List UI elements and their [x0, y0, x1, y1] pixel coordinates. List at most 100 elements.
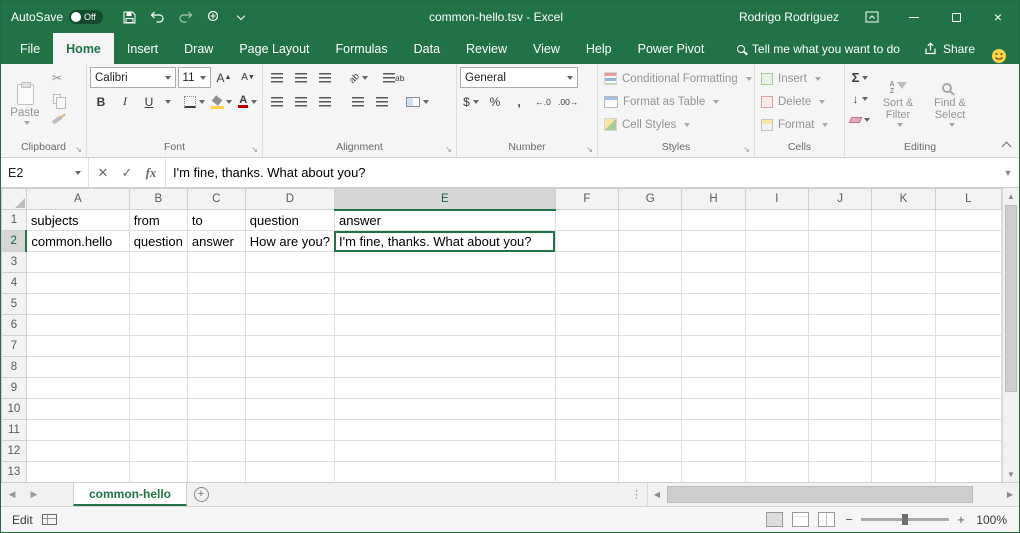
cell-d13[interactable] [245, 462, 334, 483]
cell-h9[interactable] [682, 378, 745, 399]
cell-g10[interactable] [619, 399, 682, 420]
cell-f5[interactable] [555, 294, 618, 315]
row-header-13[interactable]: 13 [2, 462, 27, 483]
vertical-scroll-track[interactable] [1003, 204, 1019, 466]
cell-j2[interactable] [809, 231, 872, 252]
underline-button[interactable]: U [138, 91, 160, 112]
decrease-decimal-button[interactable]: .00→ [556, 91, 580, 112]
cell-b8[interactable] [129, 357, 187, 378]
cell-h10[interactable] [682, 399, 745, 420]
merge-center-button[interactable] [404, 91, 431, 112]
cell-c4[interactable] [187, 273, 245, 294]
cell-a3[interactable] [26, 252, 129, 273]
feedback-button[interactable] [991, 48, 1007, 64]
clipboard-dialog-launcher[interactable]: ↘ [75, 146, 82, 154]
cell-i11[interactable] [745, 420, 808, 441]
cell-b13[interactable] [129, 462, 187, 483]
row-header-6[interactable]: 6 [2, 315, 27, 336]
cell-d3[interactable] [245, 252, 334, 273]
cell-j8[interactable] [809, 357, 872, 378]
cell-i12[interactable] [745, 441, 808, 462]
number-dialog-launcher[interactable]: ↘ [586, 146, 593, 154]
bold-button[interactable]: B [90, 91, 112, 112]
zoom-in-button[interactable]: + [956, 512, 966, 527]
cell-f10[interactable] [555, 399, 618, 420]
cell-e1[interactable]: answer [334, 210, 555, 231]
cell-d6[interactable] [245, 315, 334, 336]
conditional-formatting-button[interactable]: Conditional Formatting [601, 67, 751, 90]
cell-j5[interactable] [809, 294, 872, 315]
ribbon-tab-home[interactable]: Home [53, 33, 114, 64]
cell-c8[interactable] [187, 357, 245, 378]
cell-c9[interactable] [187, 378, 245, 399]
cell-i3[interactable] [745, 252, 808, 273]
cell-i5[interactable] [745, 294, 808, 315]
row-header-4[interactable]: 4 [2, 273, 27, 294]
cell-k7[interactable] [872, 336, 935, 357]
column-header-j[interactable]: J [809, 189, 872, 210]
delete-button[interactable]: Delete [758, 90, 841, 113]
ribbon-tab-power-pivot[interactable]: Power Pivot [625, 33, 718, 64]
expand-formula-bar-button[interactable]: ▼ [997, 158, 1019, 187]
scroll-up-arrow[interactable]: ▲ [1003, 188, 1019, 204]
cell-e8[interactable] [334, 357, 555, 378]
cell-e3[interactable] [334, 252, 555, 273]
row-header-1[interactable]: 1 [2, 210, 27, 231]
cell-d8[interactable] [245, 357, 334, 378]
zoom-percentage[interactable]: 100% [975, 513, 1007, 527]
number-format-select[interactable]: General [460, 67, 578, 88]
bottom-align-button[interactable] [314, 67, 336, 88]
cell-d5[interactable] [245, 294, 334, 315]
cell-f8[interactable] [555, 357, 618, 378]
cell-g12[interactable] [619, 441, 682, 462]
cell-h13[interactable] [682, 462, 745, 483]
increase-font-size-button[interactable]: A▲ [213, 67, 235, 88]
horizontal-scroll-thumb[interactable] [667, 486, 973, 503]
horizontal-scrollbar[interactable]: ◀ ▶ [647, 483, 1019, 506]
cell-f2[interactable] [555, 231, 618, 252]
copy-button[interactable] [46, 88, 68, 109]
cell-d11[interactable] [245, 420, 334, 441]
sort-filter-button[interactable]: AZ Sort & Filter [872, 67, 924, 141]
row-header-5[interactable]: 5 [2, 294, 27, 315]
cell-e9[interactable] [334, 378, 555, 399]
row-header-10[interactable]: 10 [2, 399, 27, 420]
cell-styles-button[interactable]: Cell Styles [601, 113, 751, 136]
cell-e6[interactable] [334, 315, 555, 336]
font-color-button[interactable]: A [236, 91, 259, 112]
cell-e13[interactable] [334, 462, 555, 483]
cell-h4[interactable] [682, 273, 745, 294]
column-header-d[interactable]: D [245, 189, 334, 210]
maximize-button[interactable] [935, 1, 977, 33]
cell-k6[interactable] [872, 315, 935, 336]
redo-button[interactable] [173, 4, 197, 30]
cell-i7[interactable] [745, 336, 808, 357]
cell-j6[interactable] [809, 315, 872, 336]
cell-k10[interactable] [872, 399, 935, 420]
cell-d10[interactable] [245, 399, 334, 420]
increase-indent-button[interactable] [371, 91, 393, 112]
zoom-slider-track[interactable] [861, 518, 949, 521]
cell-a10[interactable] [26, 399, 129, 420]
cell-c6[interactable] [187, 315, 245, 336]
cell-e5[interactable] [334, 294, 555, 315]
font-size-select[interactable]: 11 [178, 67, 211, 88]
fill-color-button[interactable] [209, 91, 235, 112]
cell-d2[interactable]: How are you? [245, 231, 334, 252]
cell-g5[interactable] [619, 294, 682, 315]
cell-a7[interactable] [26, 336, 129, 357]
cell-g13[interactable] [619, 462, 682, 483]
cell-h2[interactable] [682, 231, 745, 252]
new-sheet-button[interactable]: + [187, 483, 215, 506]
formula-input[interactable]: I'm fine, thanks. What about you? [166, 158, 997, 187]
cell-i8[interactable] [745, 357, 808, 378]
ribbon-tab-insert[interactable]: Insert [114, 33, 171, 64]
sheet-bar-splitter[interactable]: ⋮ [626, 483, 647, 506]
cell-g3[interactable] [619, 252, 682, 273]
cell-j9[interactable] [809, 378, 872, 399]
column-header-b[interactable]: B [129, 189, 187, 210]
page-break-preview-button[interactable] [818, 512, 835, 527]
column-header-i[interactable]: I [745, 189, 808, 210]
ribbon-tab-file[interactable]: File [7, 33, 53, 64]
cell-e2[interactable]: I'm fine, thanks. What about you? [334, 231, 555, 252]
